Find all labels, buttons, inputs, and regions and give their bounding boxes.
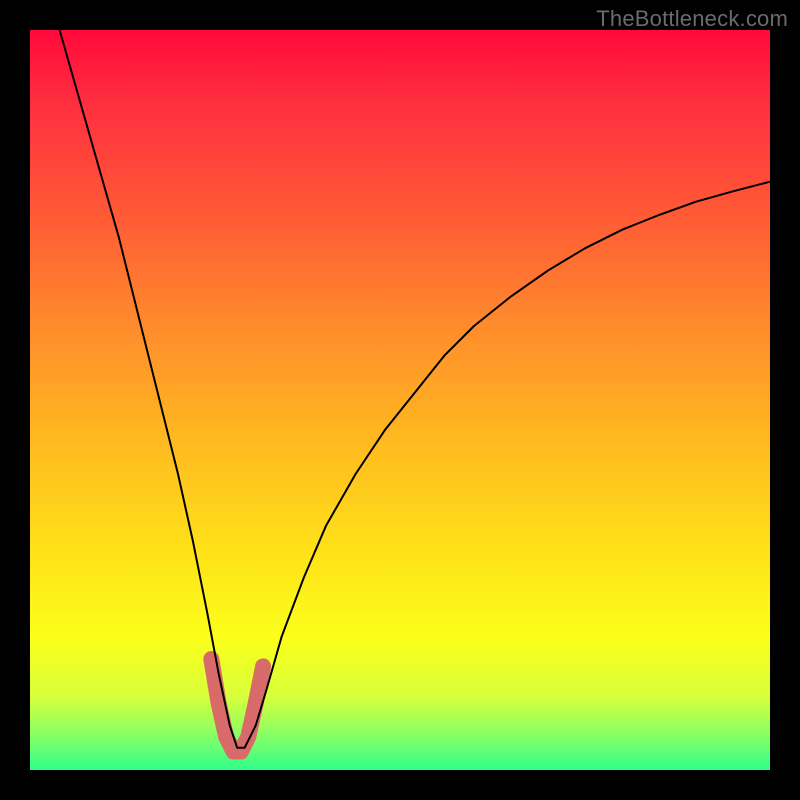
plot-area — [30, 30, 770, 770]
bottleneck-curve — [60, 30, 770, 748]
watermark-text: TheBottleneck.com — [596, 6, 788, 32]
curve-layer — [30, 30, 770, 770]
chart-frame: TheBottleneck.com — [0, 0, 800, 800]
